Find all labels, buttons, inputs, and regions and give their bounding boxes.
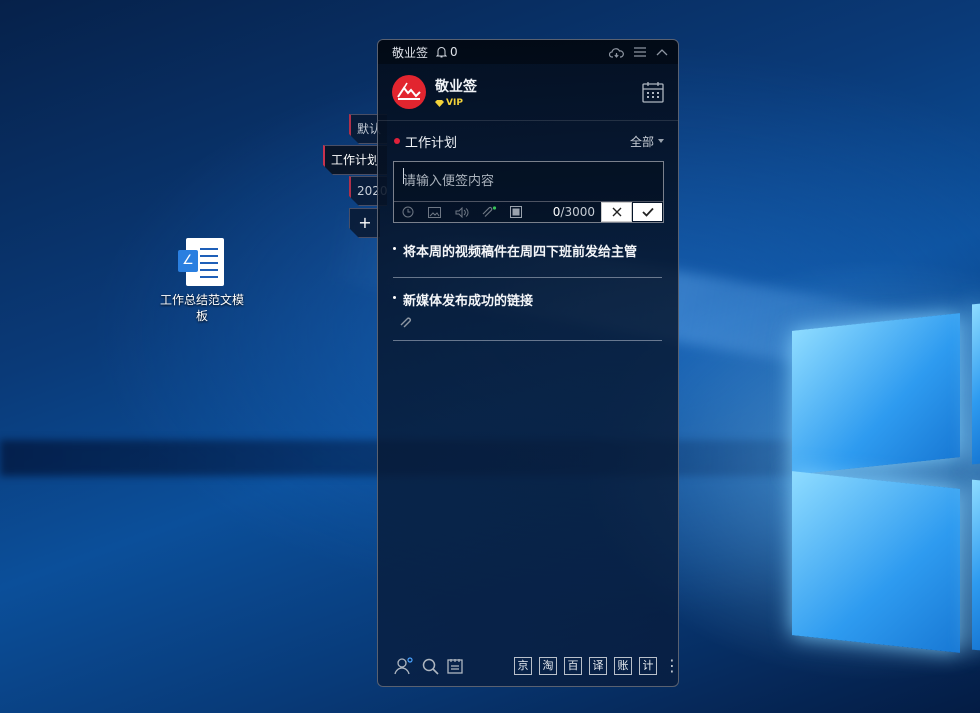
bell-icon [436, 47, 448, 58]
check-icon [641, 207, 654, 217]
confirm-button[interactable] [633, 203, 662, 221]
template-button[interactable] [502, 206, 529, 218]
user-settings-icon[interactable] [394, 657, 414, 675]
filter-dropdown[interactable]: 全部 [630, 133, 664, 150]
note-panel: 敬业签 0 敬业签 VIP 工作计划 全部 请输入便签内容 0/3000 将本周… [377, 39, 679, 687]
attachment-button[interactable] [475, 206, 502, 218]
desktop-icon-document[interactable]: ∠ 工作总结范文模板 [160, 238, 244, 324]
note-list: 将本周的视频稿件在周四下班前发给主管 新媒体发布成功的链接 [378, 243, 678, 341]
avatar[interactable] [392, 75, 426, 109]
note-text: 新媒体发布成功的链接 [403, 294, 534, 309]
bullet [393, 296, 396, 299]
list-item[interactable]: 将本周的视频稿件在周四下班前发给主管 [393, 243, 662, 278]
vip-badge: VIP [435, 98, 477, 108]
shortcut-taobao-button[interactable]: 淘 [539, 657, 557, 675]
reminder-button[interactable] [394, 206, 421, 218]
app-logo-icon [397, 82, 421, 100]
speaker-icon [455, 206, 468, 218]
close-icon [612, 207, 621, 217]
category-header: 工作计划 全部 [378, 121, 678, 161]
filter-label: 全部 [629, 134, 654, 149]
category-dot [394, 138, 400, 144]
note-text: 将本周的视频稿件在周四下班前发给主管 [403, 245, 638, 260]
shortcut-calculator-button[interactable]: 计 [639, 657, 657, 675]
more-options-icon[interactable]: ⋮ [664, 658, 678, 674]
note-editor: 0/3000 [393, 161, 664, 223]
note-input[interactable] [394, 162, 663, 200]
notification-button[interactable]: 0 [436, 45, 458, 59]
voice-button[interactable] [448, 206, 475, 218]
app-title: 敬业签 [392, 45, 429, 60]
add-icon: + [358, 213, 372, 232]
search-icon[interactable] [422, 658, 439, 675]
desktop-icon-label: 工作总结范文模板 [160, 293, 245, 323]
tab-label: 工作计划 [331, 153, 380, 167]
shortcut-baidu-button[interactable]: 百 [564, 657, 582, 675]
title-bar[interactable]: 敬业签 0 [378, 40, 678, 64]
paperclip-icon [482, 206, 496, 217]
calendar-icon[interactable] [642, 81, 664, 103]
char-count-max: /3000 [560, 205, 595, 219]
category-title: 工作计划 [405, 135, 458, 151]
note-attachment[interactable] [393, 316, 662, 334]
shortcut-jd-button[interactable]: 京 [514, 657, 532, 675]
shortcut-accounting-button[interactable]: 账 [614, 657, 632, 675]
caret-down-icon [658, 139, 664, 143]
user-name: 敬业签 [435, 79, 477, 95]
notepad-icon[interactable] [447, 658, 463, 674]
image-icon [428, 206, 441, 218]
cloud-sync-icon[interactable] [609, 47, 624, 58]
vip-label: VIP [446, 98, 463, 108]
diamond-icon [435, 99, 444, 107]
clock-icon [402, 206, 413, 218]
notification-count: 0 [450, 45, 458, 59]
menu-icon[interactable] [634, 47, 646, 57]
list-item[interactable]: 新媒体发布成功的链接 [393, 292, 662, 341]
paperclip-icon [400, 317, 411, 328]
char-counter: 0/3000 [553, 205, 601, 219]
bottom-toolbar: 京 淘 百 译 账 计 ⋮ [378, 646, 678, 686]
profile-header: 敬业签 VIP [378, 64, 678, 121]
bullet [393, 247, 396, 250]
word-document-icon: ∠ [178, 238, 226, 288]
image-button[interactable] [421, 206, 448, 218]
editor-toolbar: 0/3000 [394, 201, 663, 222]
collapse-icon[interactable] [656, 48, 668, 56]
shortcut-translate-button[interactable]: 译 [589, 657, 607, 675]
square-icon [509, 206, 522, 218]
cancel-button[interactable] [601, 202, 632, 222]
